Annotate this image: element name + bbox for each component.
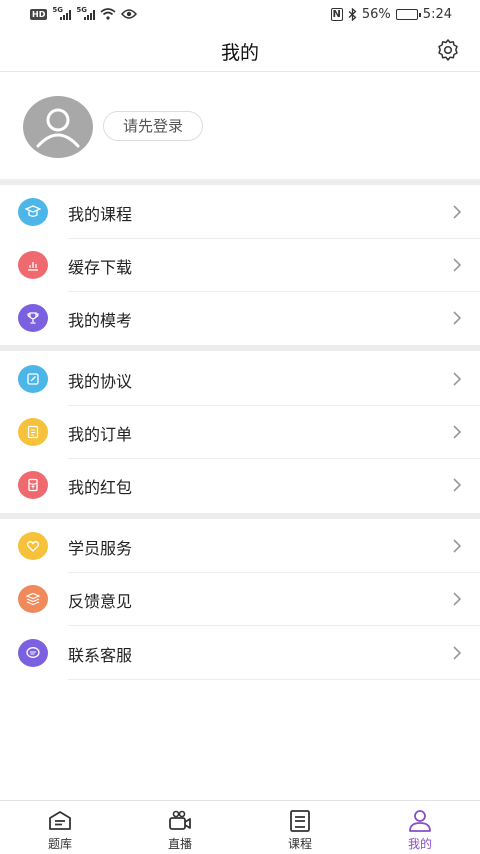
menu-item-label: 我的课程 (68, 205, 133, 224)
edit-document-icon (18, 365, 48, 393)
profile-section: 请先登录 (0, 73, 480, 179)
tab-label: 直播 (167, 837, 192, 851)
nfc-icon: N (330, 7, 343, 21)
person-icon (409, 810, 431, 832)
menu-item-label: 我的协议 (68, 372, 133, 391)
bottom-tab-bar: 题库 直播 课程 我的 (0, 800, 480, 854)
menu-item-label: 缓存下载 (68, 258, 133, 277)
clock: 5:24 (422, 6, 452, 22)
graduation-cap-icon (18, 198, 48, 226)
chevron-right-icon (453, 205, 462, 219)
menu-item-feedback[interactable]: 反馈意见 (0, 573, 480, 626)
signal-icon: 5G (76, 5, 96, 20)
menu-item-orders[interactable]: 我的订单 (0, 406, 480, 459)
gear-icon[interactable] (436, 38, 460, 62)
tab-label: 题库 (47, 837, 72, 851)
order-list-icon (18, 418, 48, 446)
network-label: 5G (52, 5, 63, 14)
menu-item-label: 学员服务 (68, 539, 133, 558)
menu-item-downloads[interactable]: 缓存下载 (0, 239, 480, 292)
menu-item-label: 我的红包 (68, 478, 133, 497)
user-silhouette-icon (36, 108, 80, 148)
menu-item-my-courses[interactable]: 我的课程 (0, 186, 480, 239)
status-left: HD 5G 5G (30, 5, 138, 20)
eye-icon (121, 9, 138, 19)
tab-label: 我的 (407, 837, 432, 851)
menu-item-customer-service[interactable]: 联系客服 (0, 627, 480, 680)
status-right: N 56% 5:24 (330, 6, 452, 22)
avatar[interactable] (23, 96, 93, 158)
menu-item-label: 我的模考 (68, 311, 133, 330)
login-button[interactable]: 请先登录 (103, 111, 203, 141)
heart-icon (18, 532, 48, 560)
menu-item-label: 反馈意见 (68, 592, 133, 611)
tab-courses[interactable]: 课程 (240, 801, 360, 854)
signal-icon: 5G (52, 5, 72, 20)
chevron-right-icon (453, 372, 462, 386)
row-divider (68, 625, 480, 626)
chevron-right-icon (453, 592, 462, 606)
menu-item-student-services[interactable]: 学员服务 (0, 520, 480, 573)
page-title: 我的 (220, 42, 259, 64)
battery-icon (395, 8, 421, 20)
stack-icon (18, 585, 48, 613)
tab-live[interactable]: 直播 (120, 801, 240, 854)
section-divider (0, 179, 480, 185)
menu-item-label: 联系客服 (68, 646, 133, 665)
red-envelope-icon (18, 471, 48, 499)
row-divider (68, 679, 480, 680)
chevron-right-icon (453, 539, 462, 553)
tab-label: 课程 (287, 837, 312, 851)
chevron-right-icon (453, 311, 462, 325)
battery-percent: 56% (361, 6, 391, 22)
status-bar: HD 5G 5G N 56% 5:24 (0, 0, 480, 28)
network-label: 5G (76, 5, 87, 14)
chat-bubble-icon (18, 639, 48, 667)
chevron-right-icon (453, 258, 462, 272)
trophy-icon (18, 304, 48, 332)
chevron-right-icon (453, 478, 462, 492)
bar-chart-icon (18, 251, 48, 279)
chevron-right-icon (453, 646, 462, 660)
tab-question-bank[interactable]: 题库 (0, 801, 120, 854)
live-camera-icon (169, 810, 191, 830)
section-divider (0, 513, 480, 519)
menu-item-label: 我的订单 (68, 425, 133, 444)
menu-item-agreements[interactable]: 我的协议 (0, 353, 480, 406)
menu-item-mock-exams[interactable]: 我的模考 (0, 292, 480, 345)
chevron-right-icon (453, 425, 462, 439)
hd-badge: HD (30, 8, 48, 20)
menu-item-red-envelopes[interactable]: 我的红包 (0, 459, 480, 512)
question-bank-icon (49, 811, 71, 830)
bluetooth-icon (348, 7, 357, 21)
tab-mine[interactable]: 我的 (360, 801, 480, 854)
course-book-icon (290, 810, 310, 832)
section-divider (0, 345, 480, 351)
page-header: 我的 (0, 28, 480, 72)
wifi-icon (100, 8, 116, 20)
